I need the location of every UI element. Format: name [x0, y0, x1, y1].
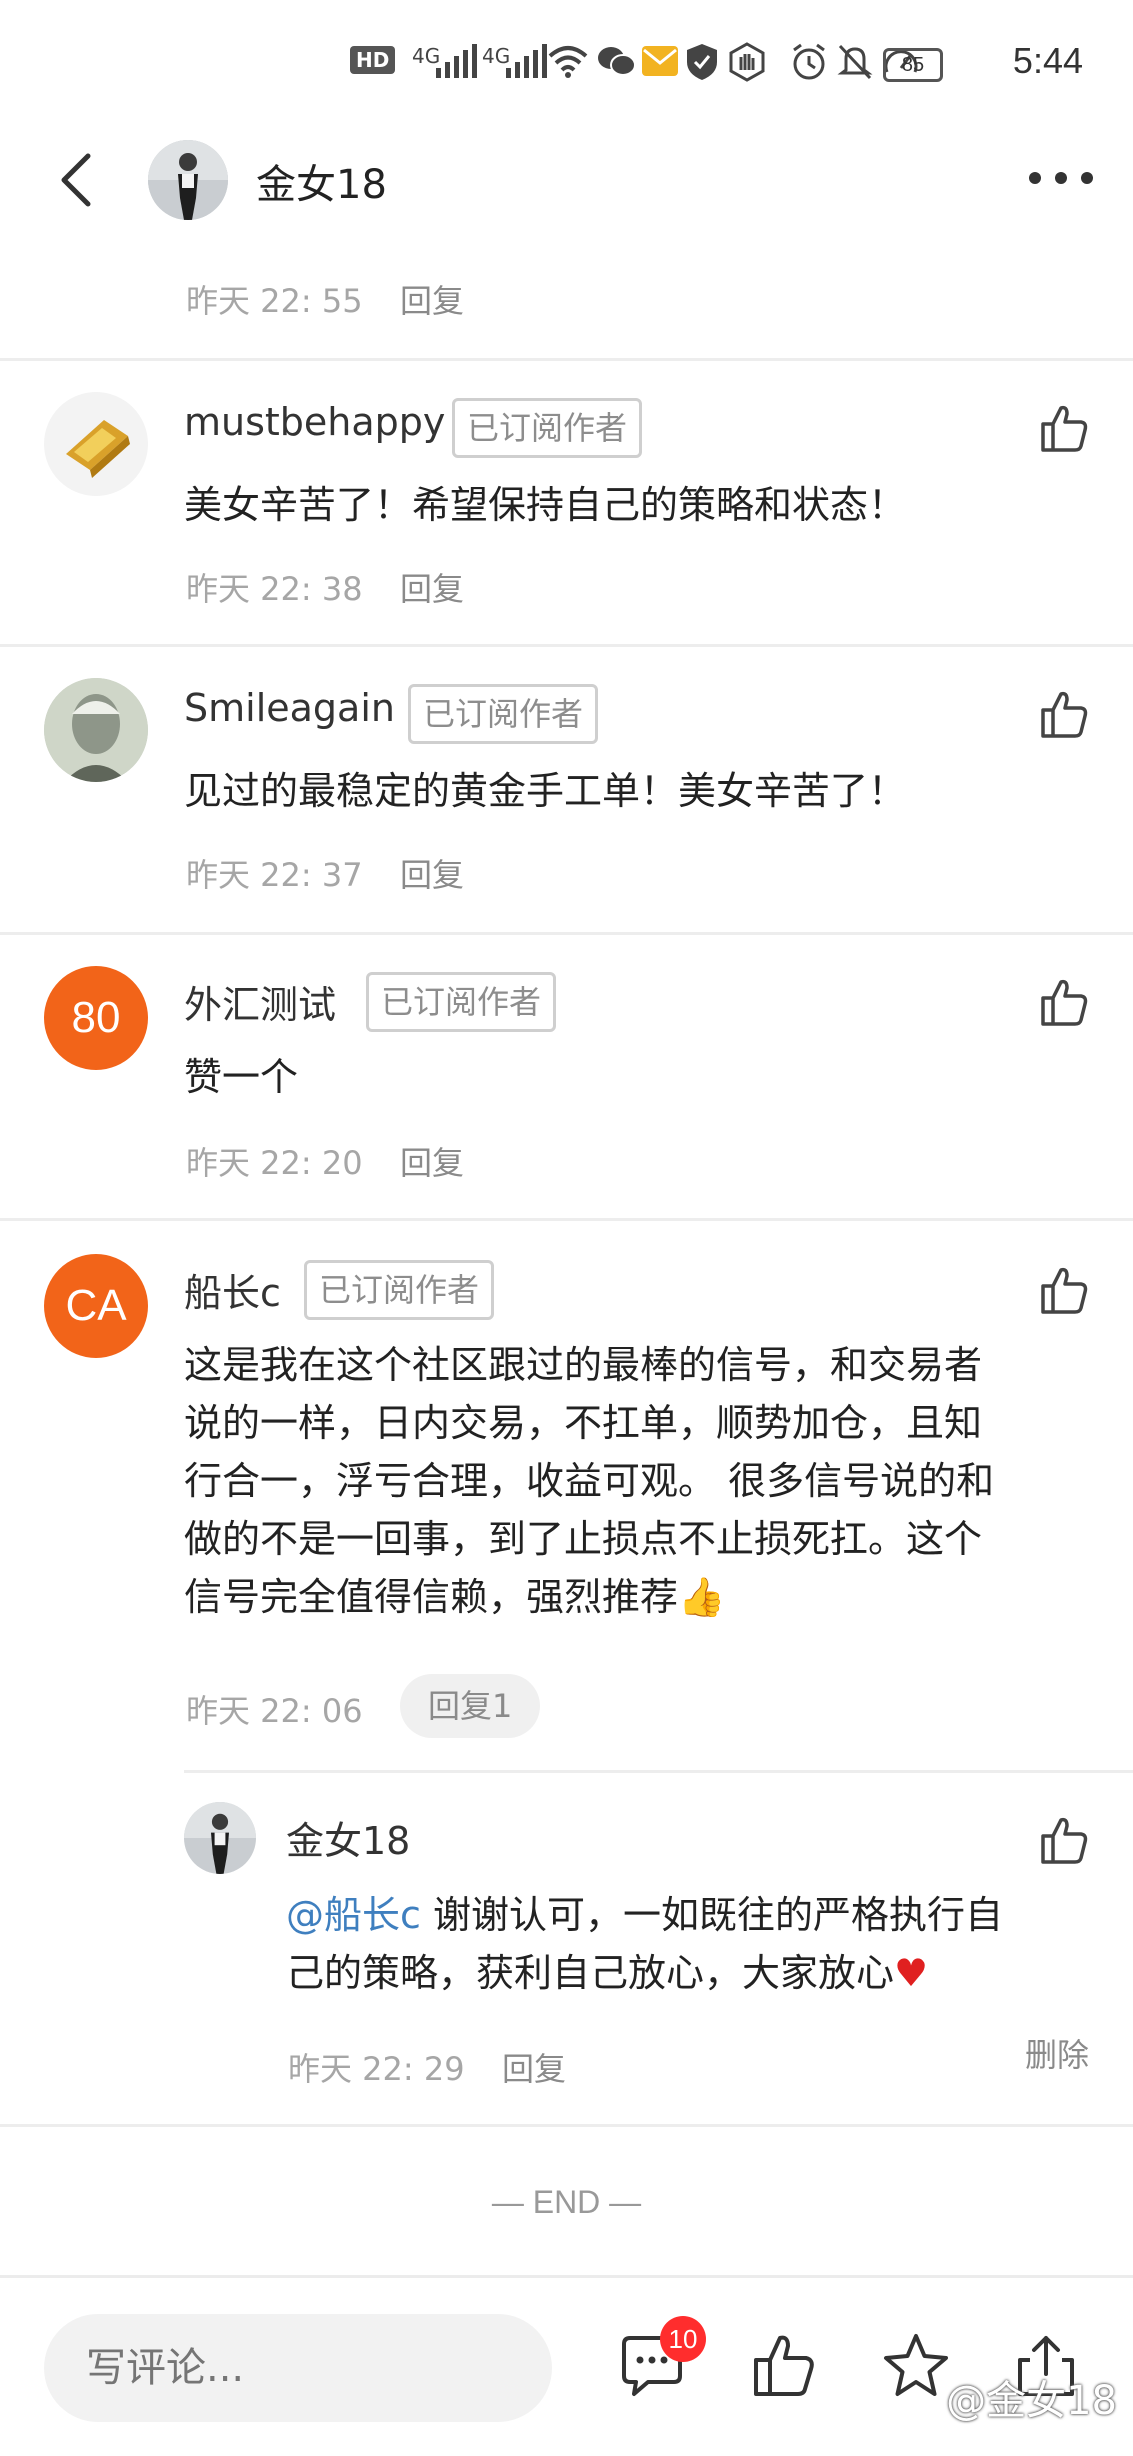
alarm-icon — [793, 43, 825, 80]
chevron-left-icon — [61, 153, 91, 207]
status-time: 5:44 — [1012, 40, 1083, 81]
subscribed-badge: 已订阅作者 — [408, 684, 599, 744]
thumbs-up-icon — [1041, 405, 1088, 452]
divider — [0, 1218, 1133, 1221]
page-title: 金女18 — [256, 162, 387, 208]
delete-button[interactable]: 删除 — [1025, 2030, 1089, 2076]
commenter-name[interactable]: mustbehappy — [184, 400, 445, 444]
comment-text-line: 行合一，浮亏合理，收益可观。 很多信号说的和 — [184, 1459, 995, 1503]
comment-time: 昨天 22: 55 — [186, 282, 363, 320]
comment-count-badge: 10 — [660, 2316, 706, 2362]
thumbs-up-icon — [1041, 691, 1088, 738]
favorite-button[interactable] — [880, 2330, 952, 2402]
divider — [0, 2124, 1133, 2127]
back-button[interactable] — [50, 150, 110, 210]
reply-text: @船长c 谢谢认可，一如既往的严格执行自 己的策略，获利自己放心，大家放心♥ — [286, 1893, 1003, 1995]
reply-button[interactable]: 回复 — [400, 850, 464, 896]
like-button[interactable] — [1037, 974, 1093, 1030]
comment-time: 昨天 22: 37 — [186, 856, 363, 894]
comment-text-line: 这是我在这个社区跟过的最棒的信号，和交易者 — [184, 1343, 983, 1387]
view-replies-button[interactable]: 回复1 — [400, 1674, 541, 1738]
reply-button[interactable]: 回复 — [502, 2044, 566, 2090]
status-bar: HD 4G 4G 85 5:44 — [0, 0, 1133, 120]
bottom-bar: 10 @金女18 — [0, 2275, 1133, 2456]
divider — [0, 644, 1133, 647]
signal1-icon — [436, 44, 477, 78]
commenter-name[interactable]: 船长c — [184, 1262, 281, 1317]
watermark-text: @金女18 — [946, 2378, 1117, 2424]
like-post-button[interactable] — [748, 2330, 820, 2402]
like-button[interactable] — [1037, 686, 1093, 742]
mail-icon — [642, 46, 678, 76]
like-button[interactable] — [1037, 1262, 1093, 1318]
thumbs-up-icon — [1041, 1267, 1088, 1314]
thumbs-up-icon — [754, 2335, 814, 2396]
comment-text-line: 说的一样，日内交易，不扛单，顺势加仓，且知 — [184, 1401, 983, 1445]
comment-text-line: 做的不是一回事，到了止损点不止损死扛。这个 — [184, 1517, 983, 1561]
more-dot-icon — [1055, 172, 1067, 184]
commenter-avatar[interactable] — [44, 678, 148, 782]
comment-text: 赞一个 — [184, 1055, 299, 1099]
commenter-avatar[interactable]: 80 — [44, 966, 148, 1070]
shield-icon — [687, 44, 717, 80]
thumbs-up-icon — [1041, 979, 1088, 1026]
more-menu-button[interactable] — [1029, 172, 1093, 184]
signal2-icon — [506, 44, 547, 78]
subscribed-badge: 已订阅作者 — [366, 972, 557, 1032]
reply-button[interactable]: 回复 — [400, 1138, 464, 1184]
comment-time: 昨天 22: 20 — [186, 1144, 363, 1182]
comment-time: 昨天 22: 38 — [186, 570, 363, 608]
page-header: 金女18 — [0, 120, 1133, 240]
comment-time: 昨天 22: 06 — [186, 1692, 363, 1730]
commenter-name[interactable]: 外汇测试 — [184, 974, 336, 1029]
battery-indicator: 85 — [883, 48, 943, 82]
more-dot-icon — [1081, 172, 1093, 184]
like-button[interactable] — [1037, 400, 1093, 456]
comment-text: 见过的最稳定的黄金手工单！美女辛苦了！ — [184, 769, 907, 813]
comment-text: 这是我在这个社区跟过的最棒的信号，和交易者 说的一样，日内交易，不扛单，顺势加仓… — [184, 1336, 1104, 1626]
reply-button[interactable]: 回复 — [400, 564, 464, 610]
star-icon — [884, 2334, 948, 2396]
comment-input[interactable] — [44, 2314, 552, 2422]
commenter-avatar[interactable]: CA — [44, 1254, 148, 1358]
wechat-icon — [598, 47, 636, 76]
mention-link[interactable]: @船长c — [286, 1893, 421, 1937]
reply-button[interactable]: 回复 — [400, 276, 464, 322]
reply-author-name[interactable]: 金女18 — [286, 1810, 410, 1865]
wifi-icon — [548, 46, 588, 78]
subscribed-badge: 已订阅作者 — [452, 398, 643, 458]
hd-indicator: HD — [350, 46, 396, 74]
divider — [184, 1770, 1133, 1773]
comment-text: 美女辛苦了！希望保持自己的策略和状态！ — [184, 483, 907, 527]
hand-icon — [729, 42, 765, 82]
thumbs-up-emoji: 👍 — [678, 1575, 726, 1619]
end-marker: — END — — [491, 2184, 642, 2220]
commenter-name[interactable]: Smileagain — [184, 686, 395, 730]
reply-author-avatar[interactable] — [184, 1802, 256, 1874]
subscribed-badge: 已订阅作者 — [304, 1260, 495, 1320]
reply-time: 昨天 22: 29 — [288, 2050, 465, 2088]
commenter-avatar[interactable] — [44, 392, 148, 496]
like-button[interactable] — [1037, 1812, 1093, 1868]
heart-emoji: ♥ — [894, 1951, 929, 1995]
comment-text-line: 信号完全值得信赖，强烈推荐👍 — [184, 1575, 726, 1619]
divider — [0, 932, 1133, 935]
more-dot-icon — [1029, 172, 1041, 184]
thumbs-up-icon — [1041, 1817, 1088, 1864]
divider — [0, 358, 1133, 361]
mute-bell-icon — [837, 44, 873, 80]
author-avatar[interactable] — [148, 140, 228, 220]
